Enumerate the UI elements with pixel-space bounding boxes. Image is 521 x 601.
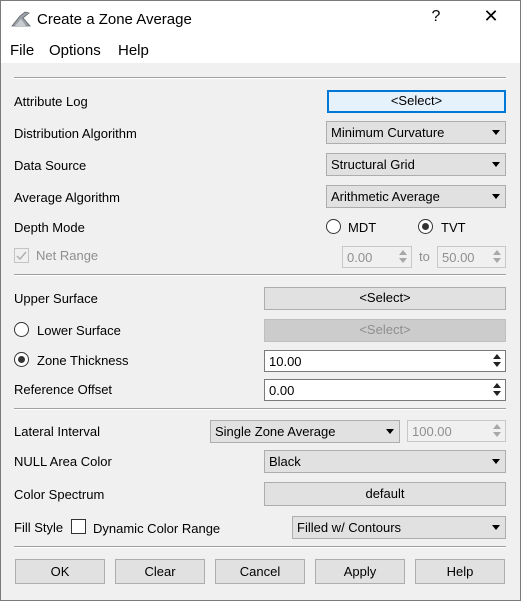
net-range-from-value: 0.00 bbox=[347, 250, 373, 265]
chevron-down-icon bbox=[492, 525, 500, 530]
zone-thickness-label: Zone Thickness bbox=[37, 353, 129, 368]
clear-button[interactable]: Clear bbox=[115, 559, 205, 584]
average-algorithm-dropdown[interactable]: Arithmetic Average bbox=[326, 185, 506, 208]
depth-mode-label: Depth Mode bbox=[14, 220, 85, 235]
zone-thickness-value: 10.00 bbox=[269, 354, 302, 369]
color-spectrum-button[interactable]: default bbox=[264, 482, 506, 506]
depth-mode-mdt-label: MDT bbox=[348, 220, 377, 235]
spin-up-icon[interactable] bbox=[491, 249, 503, 257]
spin-down-icon[interactable] bbox=[491, 361, 503, 369]
lateral-interval-label: Lateral Interval bbox=[14, 424, 100, 439]
chevron-down-icon bbox=[492, 130, 500, 135]
spin-up-icon[interactable] bbox=[397, 249, 409, 257]
lower-surface-label: Lower Surface bbox=[37, 323, 121, 338]
net-range-to-value: 50.00 bbox=[442, 250, 475, 265]
spin-up-icon[interactable] bbox=[491, 353, 503, 361]
data-source-dropdown[interactable]: Structural Grid bbox=[326, 153, 506, 176]
close-icon[interactable]: ✕ bbox=[479, 6, 503, 27]
depth-mode-mdt-radio[interactable] bbox=[326, 219, 341, 234]
lateral-interval-value: Single Zone Average bbox=[215, 424, 336, 439]
zone-thickness-spinbox[interactable]: 10.00 bbox=[264, 350, 506, 372]
fill-style-label: Fill Style bbox=[14, 520, 64, 535]
chevron-down-icon bbox=[492, 194, 500, 199]
lateral-interval-dropdown[interactable]: Single Zone Average bbox=[210, 420, 400, 443]
dynamic-color-range-label: Dynamic Color Range bbox=[93, 521, 221, 536]
apply-button[interactable]: Apply bbox=[315, 559, 405, 584]
net-range-to-spinbox[interactable]: 50.00 bbox=[437, 246, 506, 268]
distribution-algorithm-label: Distribution Algorithm bbox=[14, 126, 137, 141]
net-range-checkbox[interactable] bbox=[14, 248, 29, 263]
cancel-button[interactable]: Cancel bbox=[215, 559, 305, 584]
zone-thickness-radio[interactable] bbox=[14, 352, 29, 367]
net-range-label: Net Range bbox=[36, 248, 99, 263]
attribute-log-select-button[interactable]: <Select> bbox=[327, 90, 506, 113]
lateral-interval-spinbox[interactable]: 100.00 bbox=[407, 420, 506, 442]
reference-offset-label: Reference Offset bbox=[14, 382, 113, 397]
color-spectrum-label: Color Spectrum bbox=[14, 487, 105, 502]
lower-surface-radio[interactable] bbox=[14, 322, 29, 337]
fill-style-dropdown[interactable]: Filled w/ Contours bbox=[292, 516, 506, 539]
net-range-to-label: to bbox=[419, 249, 430, 264]
spin-down-icon[interactable] bbox=[491, 390, 503, 398]
spin-down-icon[interactable] bbox=[397, 257, 409, 265]
title-bar: Create a Zone Average ? ✕ bbox=[1, 1, 520, 37]
null-area-color-value: Black bbox=[269, 454, 301, 469]
menu-file[interactable]: File bbox=[10, 42, 34, 59]
chevron-down-icon bbox=[492, 459, 500, 464]
data-source-label: Data Source bbox=[14, 158, 87, 173]
lower-surface-select-button[interactable]: <Select> bbox=[264, 319, 506, 342]
app-icon bbox=[11, 10, 31, 28]
ok-button[interactable]: OK bbox=[15, 559, 105, 584]
net-range-from-spinbox[interactable]: 0.00 bbox=[342, 246, 412, 268]
depth-mode-tvt-label: TVT bbox=[441, 220, 466, 235]
attribute-log-label: Attribute Log bbox=[14, 94, 88, 109]
null-area-color-dropdown[interactable]: Black bbox=[264, 450, 506, 473]
spin-up-icon[interactable] bbox=[491, 423, 503, 431]
spin-up-icon[interactable] bbox=[491, 382, 503, 390]
menu-help[interactable]: Help bbox=[118, 42, 149, 59]
upper-surface-label: Upper Surface bbox=[14, 291, 98, 306]
checkmark-icon bbox=[16, 251, 27, 261]
chevron-down-icon bbox=[386, 429, 394, 434]
reference-offset-value: 0.00 bbox=[269, 383, 295, 398]
average-algorithm-label: Average Algorithm bbox=[14, 190, 120, 205]
upper-surface-select-button[interactable]: <Select> bbox=[264, 287, 506, 310]
menu-bar: File Options Help bbox=[1, 37, 520, 63]
divider bbox=[14, 274, 506, 276]
help-button[interactable]: Help bbox=[415, 559, 505, 584]
average-algorithm-value: Arithmetic Average bbox=[331, 189, 440, 204]
data-source-value: Structural Grid bbox=[331, 157, 415, 172]
lateral-interval-spin-value: 100.00 bbox=[412, 424, 452, 439]
menu-options[interactable]: Options bbox=[49, 42, 101, 59]
spin-down-icon[interactable] bbox=[491, 431, 503, 439]
divider bbox=[14, 408, 506, 410]
distribution-algorithm-value: Minimum Curvature bbox=[331, 125, 445, 140]
null-area-color-label: NULL Area Color bbox=[14, 454, 112, 469]
window-title: Create a Zone Average bbox=[37, 11, 192, 28]
context-help-button[interactable]: ? bbox=[426, 8, 446, 26]
dynamic-color-range-checkbox[interactable] bbox=[71, 519, 86, 534]
depth-mode-tvt-radio[interactable] bbox=[418, 219, 433, 234]
chevron-down-icon bbox=[492, 162, 500, 167]
spin-down-icon[interactable] bbox=[491, 257, 503, 265]
divider bbox=[14, 546, 506, 548]
divider bbox=[14, 77, 506, 79]
reference-offset-spinbox[interactable]: 0.00 bbox=[264, 379, 506, 401]
distribution-algorithm-dropdown[interactable]: Minimum Curvature bbox=[326, 121, 506, 144]
fill-style-value: Filled w/ Contours bbox=[297, 520, 402, 535]
